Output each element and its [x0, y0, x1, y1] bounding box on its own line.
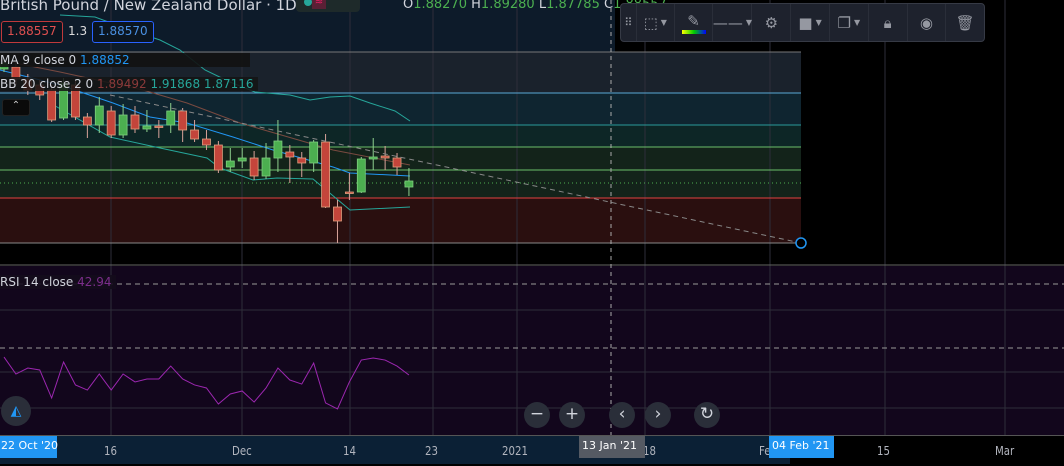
trend-line-handle[interactable]	[795, 237, 807, 249]
lock-icon: 🔒︎	[883, 13, 892, 32]
candle-down	[380, 155, 390, 159]
drag-handle-icon[interactable]: ⠿	[621, 4, 637, 41]
candle-down	[333, 206, 342, 222]
close-label: C	[603, 0, 614, 12]
selection-frame-icon: ⬚	[643, 13, 658, 32]
price-chart[interactable]	[0, 0, 1064, 466]
candle-down	[285, 151, 295, 158]
sell-button[interactable]: 1.88557	[1, 21, 63, 43]
spread-value: 1.3	[68, 24, 88, 38]
range-start-tag: 22 Oct '20	[0, 436, 58, 458]
tradingview-logo-button[interactable]: ◭	[1, 396, 31, 426]
reset-chart-button[interactable]: ↻	[694, 402, 720, 428]
logo-icon: ◭	[10, 403, 22, 419]
line-style-icon: ——	[712, 13, 743, 32]
bb-basis-value: 1.89492	[97, 77, 147, 91]
rsi-legend[interactable]: RSI 14 close 42.94	[0, 275, 116, 289]
candle-up	[356, 158, 366, 193]
ma-legend[interactable]: MA 9 close 0 1.88852	[0, 53, 250, 67]
candle-down	[130, 114, 140, 130]
high-label: H	[471, 0, 481, 12]
time-label: 23	[425, 444, 438, 458]
scroll-right-button[interactable]: ›	[645, 402, 671, 428]
delete-button[interactable]: 🗑︎	[946, 4, 984, 41]
high-value: 1.89280	[480, 0, 535, 12]
candle-down	[297, 157, 307, 164]
time-label: 2021	[502, 444, 528, 458]
open-label: O	[403, 0, 414, 12]
candle-down	[190, 129, 199, 140]
lock-button[interactable]: 🔒︎	[869, 4, 908, 41]
candle-down	[178, 110, 188, 131]
candle-down	[202, 138, 211, 146]
candle-up	[225, 160, 235, 168]
eye-icon: ◉	[919, 13, 933, 32]
line-style-button[interactable]: —— ▼	[712, 4, 753, 41]
trash-icon: 🗑︎	[955, 13, 975, 32]
bb-lower-value: 1.87116	[203, 77, 254, 91]
settings-button[interactable]: ⚙	[752, 4, 792, 41]
range-end-tag: 04 Feb '21	[769, 436, 834, 458]
zoom-in-button[interactable]: +	[559, 402, 585, 428]
bb-upper-value: 1.91868	[150, 77, 201, 91]
candle-up	[368, 156, 378, 160]
rsi-value: 42.94	[77, 275, 112, 289]
candle-down	[82, 116, 92, 126]
candle-up	[404, 180, 414, 188]
market-status[interactable]: ≋	[296, 0, 360, 12]
clone-icon: ❐	[837, 13, 851, 32]
candle-down	[392, 157, 402, 168]
time-label: 15	[877, 444, 890, 458]
candle-down	[213, 144, 223, 171]
settings-icon: ⚙	[764, 13, 779, 32]
candle-up	[118, 114, 128, 136]
candle-up	[237, 157, 247, 162]
bb-legend[interactable]: BB 20 close 2 0 1.89492 1.91868 1.87116	[0, 77, 258, 91]
buy-button[interactable]: 1.88570	[92, 21, 154, 43]
visibility-button[interactable]: ◉	[908, 4, 947, 41]
rsi-label: RSI 14 close	[0, 275, 74, 289]
color-swatch	[681, 29, 706, 34]
candle-down	[249, 157, 259, 177]
level-band-4	[0, 147, 801, 198]
pencil-icon: ✎	[687, 11, 700, 30]
low-value: 1.87785	[546, 0, 600, 12]
bb-label: BB 20 close 2 0	[0, 77, 94, 91]
candle-down	[344, 191, 354, 194]
candle-up	[309, 141, 319, 164]
candle-down	[47, 89, 57, 121]
time-label: 14	[343, 444, 356, 458]
candle-down	[321, 141, 330, 208]
candle-up	[142, 125, 152, 130]
candle-up	[166, 110, 176, 126]
candle-up	[94, 105, 104, 126]
line-color-button[interactable]: ✎	[675, 4, 714, 41]
low-label: L	[538, 0, 547, 12]
time-axis-range	[0, 436, 790, 464]
level-band-5	[0, 198, 801, 243]
candle-down	[106, 110, 116, 136]
open-value: 1.88270	[413, 0, 467, 12]
crosshair-time-tag: 13 Jan '21	[579, 436, 645, 458]
candle-down	[154, 125, 164, 128]
market-open-icon	[304, 0, 312, 6]
time-axis[interactable]: 16 Dec 14 23 2021 18 Fe 15 Mar 22 Oct '2…	[0, 435, 1064, 466]
time-label: Dec	[232, 444, 252, 458]
scroll-left-button[interactable]: ‹	[609, 402, 635, 428]
ma-label: MA 9 close 0	[0, 53, 77, 67]
drawing-toolbar: ⠿ ⬚ ▼ ✎ —— ▼ ⚙ ■ ▼ ❐ ▼ 🔒︎ ◉ 🗑︎	[620, 3, 985, 42]
fill-button[interactable]: ■ ▼	[791, 4, 830, 41]
data-delay-icon: ≋	[312, 0, 326, 9]
time-label: 16	[104, 444, 117, 458]
selection-frame-button[interactable]: ⬚ ▼	[637, 4, 675, 41]
candle-up	[273, 140, 283, 159]
clone-button[interactable]: ❐ ▼	[830, 4, 869, 41]
candle-up	[261, 157, 271, 177]
ma-value: 1.88852	[80, 53, 130, 67]
zoom-out-button[interactable]: −	[524, 402, 550, 428]
collapse-legend-button[interactable]: ⌃	[2, 99, 30, 116]
time-label: Mar	[995, 444, 1015, 458]
fill-icon: ■	[798, 13, 813, 32]
